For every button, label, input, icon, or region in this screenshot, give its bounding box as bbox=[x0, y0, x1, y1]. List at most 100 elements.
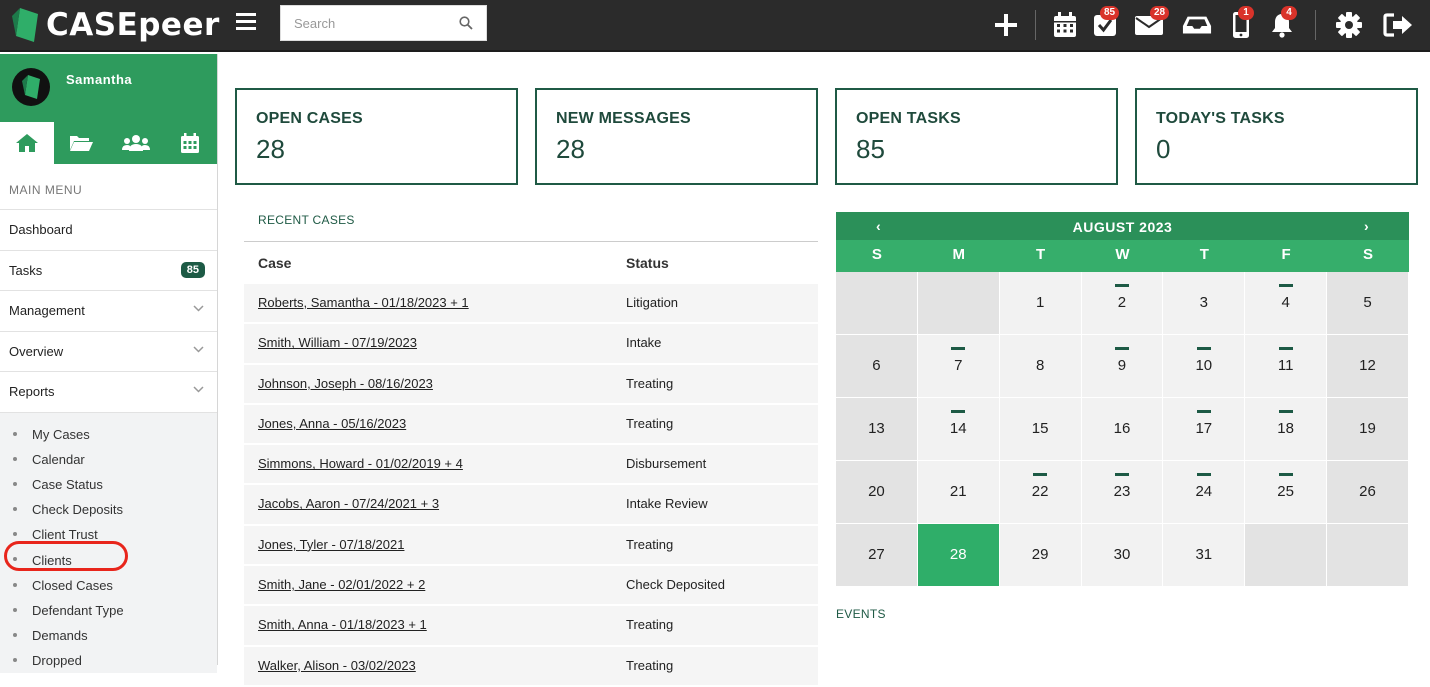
calendar-day[interactable]: 26 bbox=[1327, 461, 1409, 524]
table-row: Walker, Alison - 03/02/2023 Treating bbox=[244, 646, 818, 687]
calendar-day[interactable]: 19 bbox=[1327, 398, 1409, 461]
report-check-deposits[interactable]: Check Deposits bbox=[0, 497, 217, 522]
calendar-day[interactable]: 5 bbox=[1327, 272, 1409, 335]
brand-logo[interactable]: CASEpeer bbox=[12, 6, 220, 44]
stat-card-new-messages[interactable]: NEW MESSAGES 28 bbox=[535, 88, 818, 185]
event-marker bbox=[1114, 284, 1129, 287]
settings-button[interactable] bbox=[1334, 10, 1364, 40]
case-link[interactable]: Jones, Tyler - 07/18/2021 bbox=[258, 537, 404, 552]
calendar-day[interactable]: 10 bbox=[1163, 335, 1246, 398]
calendar-day[interactable]: 11 bbox=[1245, 335, 1328, 398]
calendar-day[interactable]: 22 bbox=[999, 461, 1082, 524]
tab-home[interactable] bbox=[0, 122, 55, 164]
day-number: 7 bbox=[954, 357, 963, 374]
calendar-next-button[interactable]: › bbox=[1364, 218, 1369, 234]
calendar-day[interactable]: 7 bbox=[917, 335, 1000, 398]
sidebar: Samantha MAIN MENU Dashboard Tasks 85 Ma… bbox=[0, 54, 218, 673]
calendar-day[interactable]: 2 bbox=[1081, 272, 1164, 335]
logout-button[interactable] bbox=[1383, 10, 1413, 40]
report-my-cases[interactable]: My Cases bbox=[0, 422, 217, 447]
calendar-day[interactable]: 14 bbox=[917, 398, 1000, 461]
stat-title: TODAY'S TASKS bbox=[1156, 110, 1285, 127]
calendar-day[interactable]: 9 bbox=[1081, 335, 1164, 398]
case-link[interactable]: Johnson, Joseph - 08/16/2023 bbox=[258, 376, 433, 391]
report-calendar[interactable]: Calendar bbox=[0, 447, 217, 472]
calendar-day[interactable]: 20 bbox=[836, 461, 918, 524]
sidebar-item-management[interactable]: Management bbox=[0, 291, 217, 332]
case-link[interactable]: Walker, Alison - 03/02/2023 bbox=[258, 658, 416, 673]
calendar-day[interactable]: 4 bbox=[1245, 272, 1328, 335]
notifications-button[interactable]: 4 bbox=[1267, 6, 1297, 40]
calendar-day[interactable]: 31 bbox=[1163, 524, 1246, 587]
stat-card-open-tasks[interactable]: OPEN TASKS 85 bbox=[835, 88, 1118, 185]
calendar-day[interactable]: 13 bbox=[836, 398, 918, 461]
case-link[interactable]: Jacobs, Aaron - 07/24/2021 + 3 bbox=[258, 496, 439, 511]
tab-calendar[interactable] bbox=[163, 122, 217, 164]
case-status: Intake bbox=[626, 335, 662, 351]
report-dropped[interactable]: Dropped bbox=[0, 648, 217, 673]
menu-toggle-icon[interactable] bbox=[236, 13, 256, 31]
weekday-label: W bbox=[1115, 246, 1130, 263]
weekday-label: S bbox=[871, 246, 882, 263]
search-input[interactable] bbox=[281, 6, 451, 40]
calendar-header: ‹ AUGUST 2023 › bbox=[836, 212, 1409, 240]
calendar-day[interactable]: 1 bbox=[999, 272, 1082, 335]
case-link[interactable]: Simmons, Howard - 01/02/2019 + 4 bbox=[258, 456, 463, 471]
column-header-case: Case bbox=[258, 255, 292, 271]
calendar-day[interactable]: 30 bbox=[1081, 524, 1164, 587]
search-icon[interactable] bbox=[459, 16, 473, 30]
report-client-trust[interactable]: Client Trust bbox=[0, 522, 217, 547]
stat-card-open-cases[interactable]: OPEN CASES 28 bbox=[235, 88, 518, 185]
calendar-day[interactable]: 16 bbox=[1081, 398, 1164, 461]
calendar-day[interactable]: 18 bbox=[1245, 398, 1328, 461]
calendar-week: 20 21 22 23 24 25 26 bbox=[836, 461, 1409, 524]
report-case-status[interactable]: Case Status bbox=[0, 472, 217, 497]
calendar-day[interactable]: 6 bbox=[836, 335, 918, 398]
case-link[interactable]: Jones, Anna - 05/16/2023 bbox=[258, 416, 406, 431]
report-closed-cases[interactable]: Closed Cases bbox=[0, 573, 217, 598]
sidebar-item-tasks[interactable]: Tasks 85 bbox=[0, 251, 217, 291]
case-link[interactable]: Smith, William - 07/19/2023 bbox=[258, 335, 417, 350]
calendar-day[interactable]: 8 bbox=[999, 335, 1082, 398]
report-clients[interactable]: Clients bbox=[0, 547, 217, 572]
day-number: 1 bbox=[1035, 294, 1045, 311]
tab-cases[interactable] bbox=[54, 122, 108, 164]
report-defendant-type[interactable]: Defendant Type bbox=[0, 598, 217, 623]
calendar-day[interactable]: 23 bbox=[1081, 461, 1164, 524]
stat-card-todays-tasks[interactable]: TODAY'S TASKS 0 bbox=[1135, 88, 1418, 185]
table-row: Jones, Anna - 05/16/2023 Treating bbox=[244, 404, 818, 446]
calendar-day[interactable]: 3 bbox=[1163, 272, 1246, 335]
event-marker bbox=[1278, 347, 1293, 350]
weekday-label: S bbox=[1362, 246, 1373, 263]
add-new-button[interactable] bbox=[991, 10, 1021, 40]
messages-button[interactable]: 28 bbox=[1134, 6, 1170, 40]
sidebar-item-dashboard[interactable]: Dashboard bbox=[0, 210, 217, 251]
calendar-day[interactable]: 27 bbox=[836, 524, 918, 587]
calendar-day[interactable]: 21 bbox=[917, 461, 1000, 524]
inbox-button[interactable] bbox=[1182, 10, 1212, 40]
calendar-day[interactable]: 29 bbox=[999, 524, 1082, 587]
calendar-day[interactable]: 25 bbox=[1245, 461, 1328, 524]
calendar-day[interactable]: 12 bbox=[1327, 335, 1409, 398]
stat-value: 85 bbox=[856, 134, 885, 164]
case-status: Treating bbox=[626, 536, 674, 552]
tab-contacts[interactable] bbox=[109, 122, 163, 164]
sidebar-item-reports[interactable]: Reports bbox=[0, 372, 217, 413]
brand-name: CASEpeer bbox=[46, 7, 220, 43]
case-link[interactable]: Smith, Jane - 02/01/2022 + 2 bbox=[258, 577, 425, 592]
sidebar-item-overview[interactable]: Overview bbox=[0, 332, 217, 372]
day-number: 14 bbox=[949, 420, 967, 437]
case-link[interactable]: Smith, Anna - 01/18/2023 + 1 bbox=[258, 617, 427, 632]
case-link[interactable]: Roberts, Samantha - 01/18/2023 + 1 bbox=[258, 295, 469, 310]
day-number: 26 bbox=[1359, 483, 1376, 500]
tasks-button[interactable]: 85 bbox=[1090, 6, 1120, 40]
calendar-day[interactable]: 15 bbox=[999, 398, 1082, 461]
day-number: 8 bbox=[1035, 357, 1045, 374]
calendar-button[interactable] bbox=[1050, 10, 1080, 40]
avatar[interactable] bbox=[12, 68, 50, 106]
calendar-day[interactable]: 17 bbox=[1163, 398, 1246, 461]
phone-button[interactable]: 1 bbox=[1226, 6, 1256, 40]
calendar-day[interactable]: 28 bbox=[917, 524, 1000, 587]
report-demands[interactable]: Demands bbox=[0, 623, 217, 648]
calendar-day[interactable]: 24 bbox=[1163, 461, 1246, 524]
